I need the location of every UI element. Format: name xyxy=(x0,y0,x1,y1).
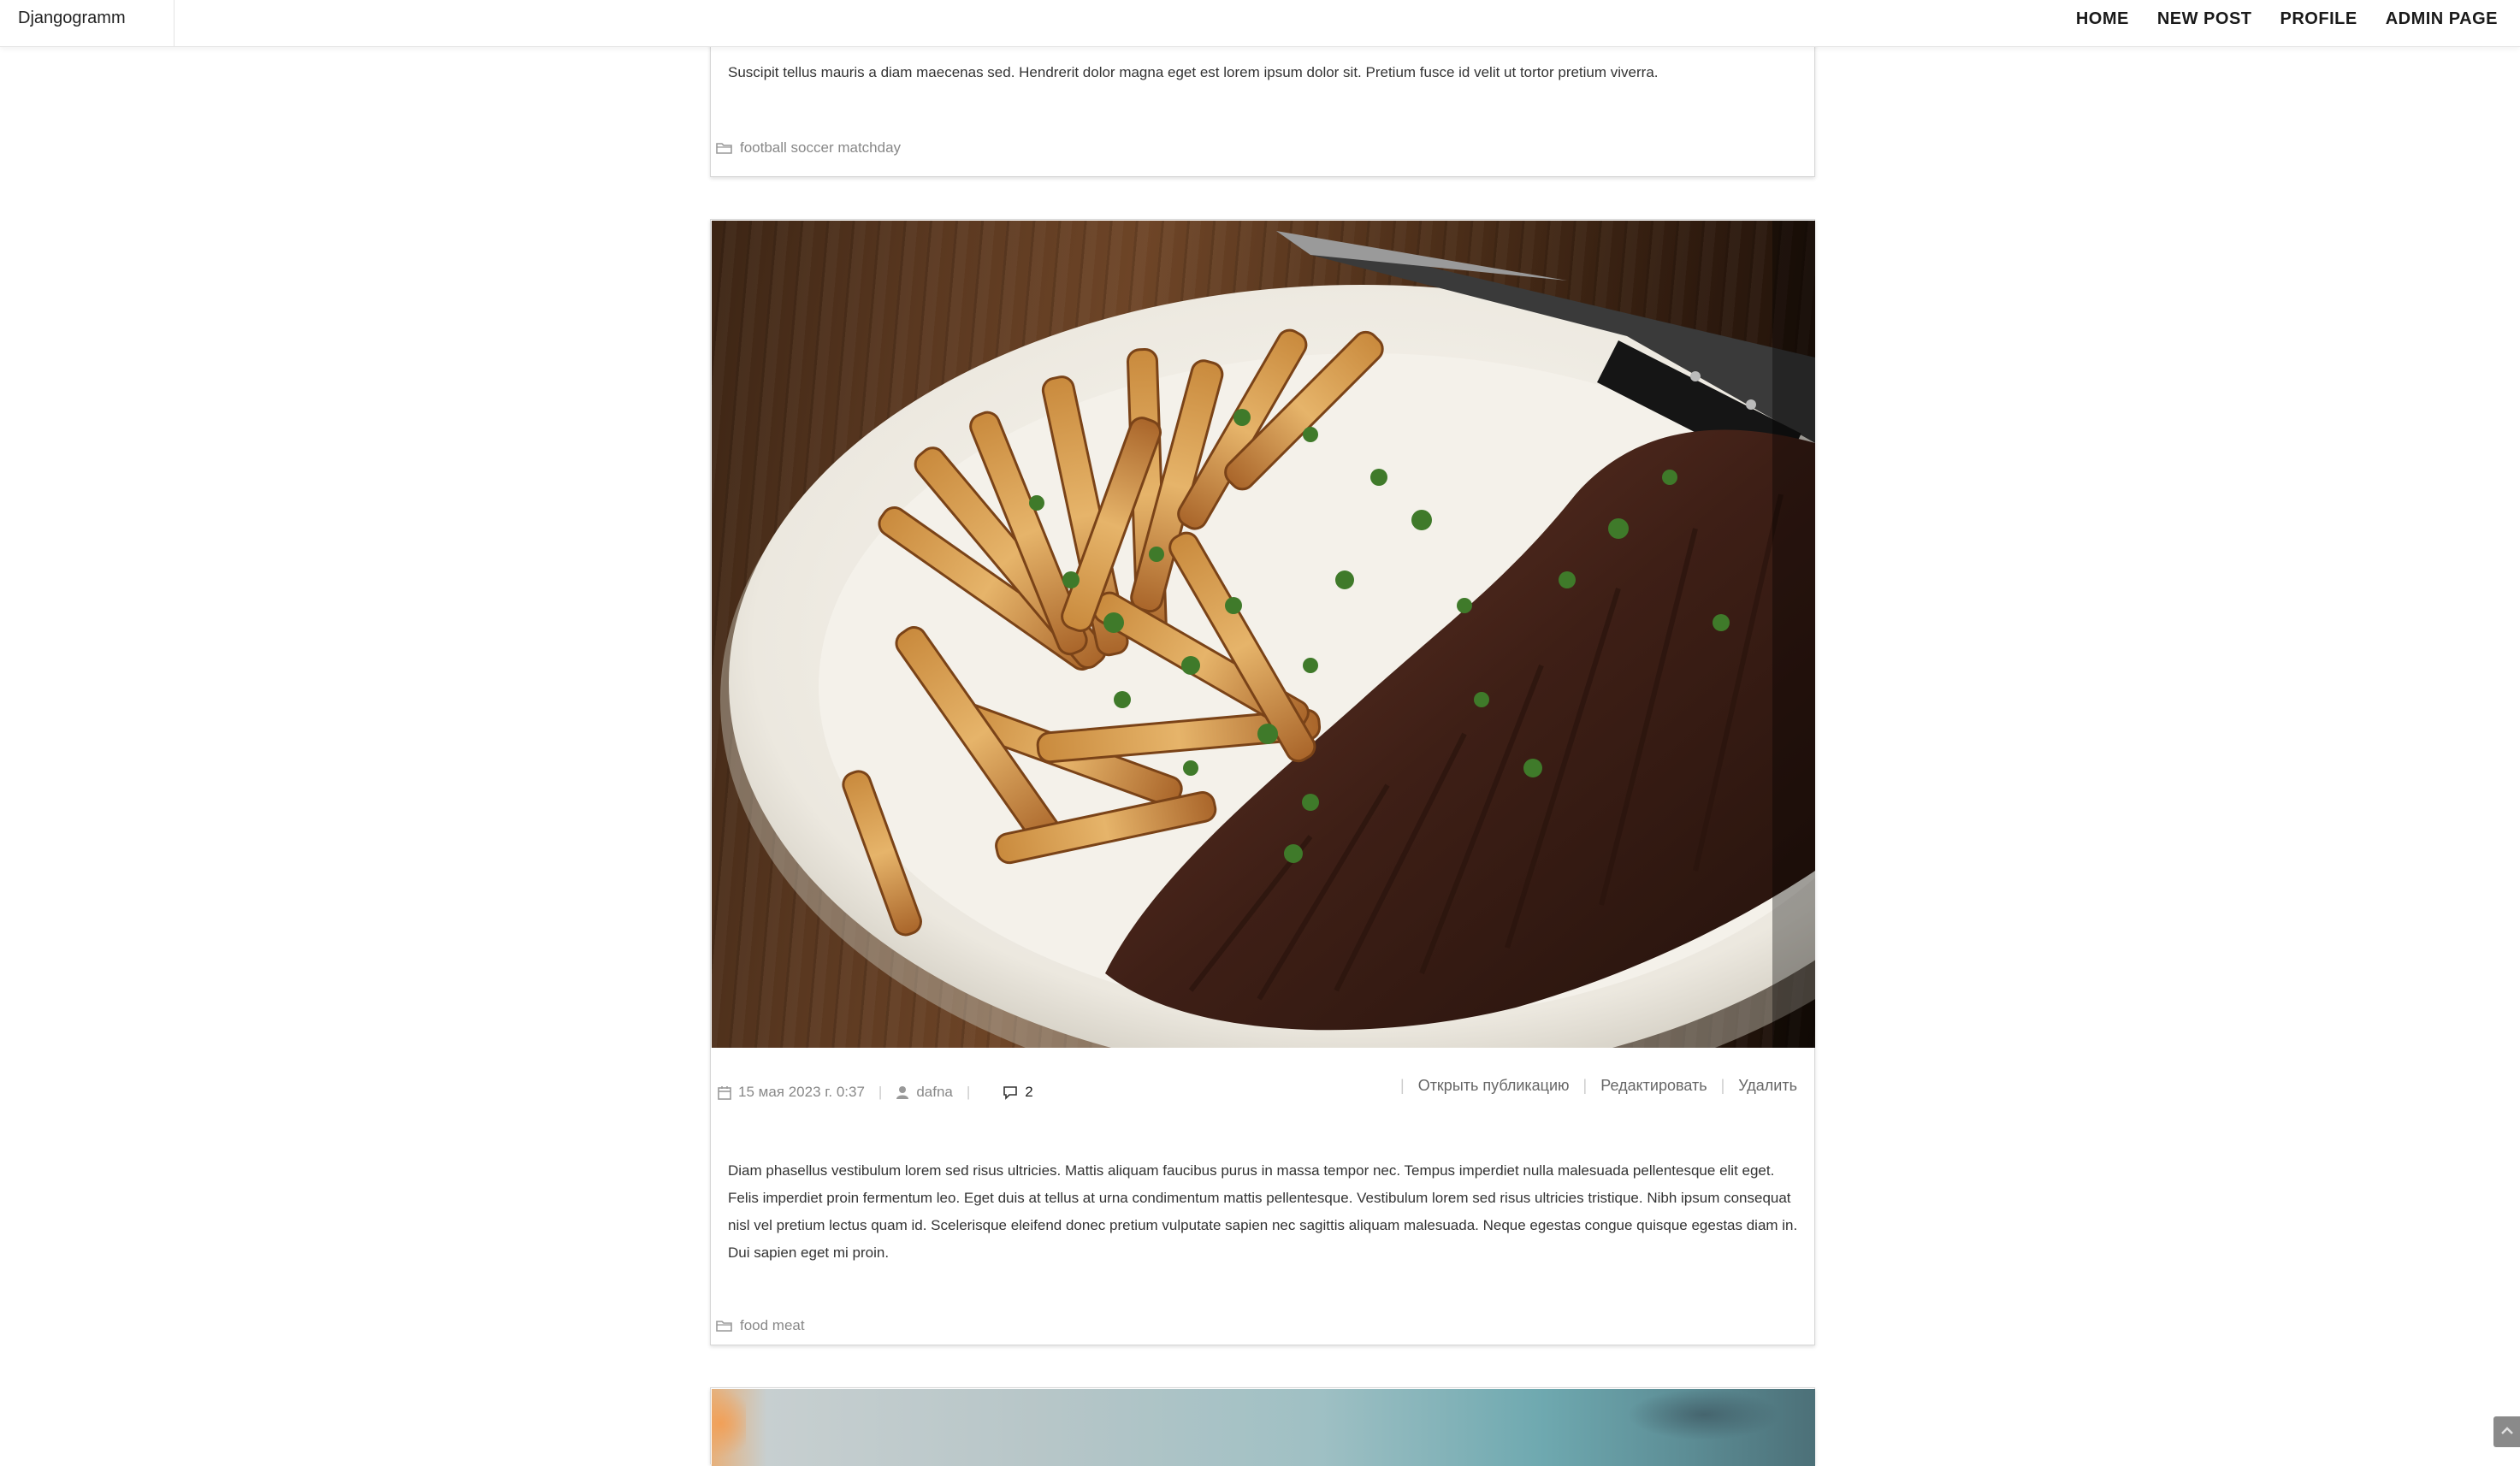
nav-admin-page[interactable]: ADMIN PAGE xyxy=(2386,9,2498,29)
divider: | xyxy=(878,1084,883,1100)
tag-links[interactable]: food meat xyxy=(740,1317,805,1334)
post-card: 15 мая 2023 г. 0:37 | dafna | 2 | Открыт… xyxy=(710,219,1815,1345)
folder-icon xyxy=(716,1321,732,1332)
scroll-top-button[interactable] xyxy=(2493,1416,2520,1447)
tag-links[interactable]: football soccer matchday xyxy=(740,139,901,157)
open-post-link[interactable]: Открыть публикацию xyxy=(1418,1077,1570,1095)
nav-profile[interactable]: PROFILE xyxy=(2280,9,2357,29)
post-text: Diam phasellus vestibulum lorem sed risu… xyxy=(728,1162,1798,1261)
post-author[interactable]: dafna xyxy=(916,1084,953,1101)
post-text: Suscipit tellus mauris a diam maecenas s… xyxy=(728,64,1659,80)
nav-home[interactable]: HOME xyxy=(2076,9,2129,29)
chevron-up-icon xyxy=(2501,1427,2513,1434)
post-image[interactable] xyxy=(712,221,1815,1048)
calendar-icon xyxy=(718,1085,731,1100)
brand-logo[interactable]: Djangogramm xyxy=(0,0,175,46)
main-nav: HOME NEW POST PROFILE ADMIN PAGE xyxy=(2076,0,2498,38)
divider: | xyxy=(1582,1077,1588,1094)
food-illustration xyxy=(720,221,1815,1048)
post-date: 15 мая 2023 г. 0:37 xyxy=(738,1084,865,1100)
comment-count[interactable]: 2 xyxy=(1025,1084,1032,1101)
folder-icon xyxy=(716,143,732,154)
post-tags: food meat xyxy=(716,1317,805,1334)
divider: | xyxy=(1720,1077,1725,1094)
divider: | xyxy=(966,1084,971,1100)
post-card xyxy=(710,1387,1815,1466)
delete-post-link[interactable]: Удалить xyxy=(1738,1077,1797,1095)
user-icon xyxy=(896,1085,909,1099)
top-navbar: Djangogramm HOME NEW POST PROFILE ADMIN … xyxy=(0,0,2520,47)
edit-post-link[interactable]: Редактировать xyxy=(1600,1077,1707,1095)
post-meta: 15 мая 2023 г. 0:37 | dafna | 2 xyxy=(718,1084,1033,1101)
post-tags: football soccer matchday xyxy=(716,139,901,157)
post-image[interactable] xyxy=(712,1389,1815,1466)
nav-new-post[interactable]: NEW POST xyxy=(2157,9,2252,29)
divider: | xyxy=(1400,1077,1405,1094)
post-actions: | Открыть публикацию | Редактировать | У… xyxy=(1387,1077,1797,1095)
comment-icon xyxy=(1003,1085,1018,1100)
